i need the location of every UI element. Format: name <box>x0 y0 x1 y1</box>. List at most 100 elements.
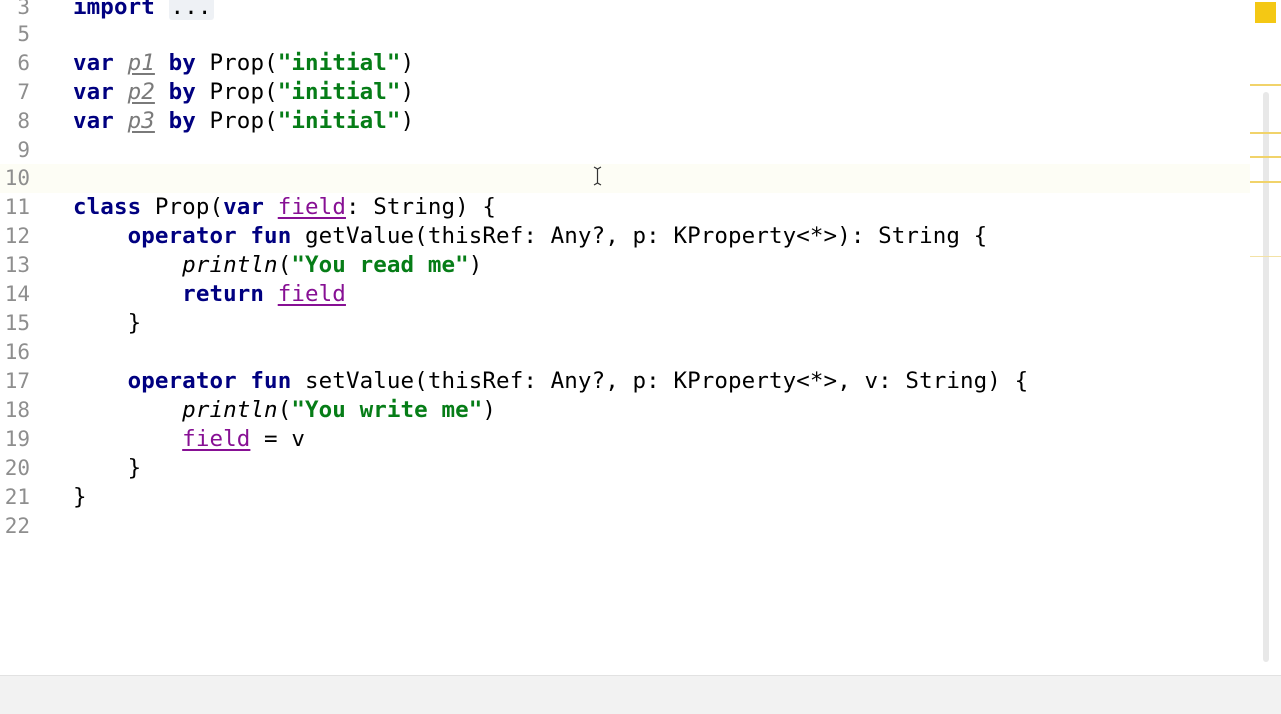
warning-indicator-icon[interactable] <box>1255 2 1276 23</box>
code-text: var p2 by Prop("initial") <box>73 78 414 107</box>
line-number: 21 <box>4 485 30 509</box>
paren: ) <box>400 108 415 134</box>
paren: ( <box>277 397 292 423</box>
code-line: 13 println("You read me") <box>0 251 1250 280</box>
code-text: println("You write me") <box>73 396 496 425</box>
code-text: return field <box>73 280 346 309</box>
keyword: var <box>73 50 114 76</box>
line-number: 20 <box>4 456 30 480</box>
code-line: 12 operator fun getValue(thisRef: Any?, … <box>0 222 1250 251</box>
keyword: operator fun <box>127 368 292 394</box>
paren: ) <box>400 50 415 76</box>
code-line: 11 class Prop(var field: String) { <box>0 193 1250 222</box>
line-number: 12 <box>4 224 30 248</box>
stripe-marker[interactable] <box>1250 181 1281 183</box>
code-line: 9 <box>0 136 1250 165</box>
line-number: 3 <box>17 0 30 19</box>
line-number: 5 <box>17 22 30 46</box>
code-line: 3 import ... <box>0 0 1250 22</box>
code-text: operator fun getValue(thisRef: Any?, p: … <box>73 222 988 251</box>
paren: ) <box>468 252 483 278</box>
code-line: 16 <box>0 338 1250 367</box>
code-line: 22 <box>0 512 1250 541</box>
current-line: 10 <box>0 164 1250 193</box>
line-number: 7 <box>17 80 30 104</box>
line-number: 22 <box>4 514 30 538</box>
line-number: 11 <box>4 195 30 219</box>
line-number: 19 <box>4 427 30 451</box>
code-fragment: : String) { <box>345 194 497 220</box>
code-line: 7 var p2 by Prop("initial") <box>0 78 1250 107</box>
string-literal: "You read me" <box>291 252 469 278</box>
property-name: p2 <box>127 79 155 105</box>
code-text: var p3 by Prop("initial") <box>73 107 414 136</box>
line-number: 17 <box>4 369 30 393</box>
code-line: 21 } <box>0 483 1250 512</box>
code-line: 6 var p1 by Prop("initial") <box>0 49 1250 78</box>
scrollbar[interactable] <box>1263 92 1269 662</box>
code-fragment: getValue(thisRef: Any?, p: KProperty<*>)… <box>291 223 988 249</box>
keyword: by <box>168 50 196 76</box>
keyword: operator fun <box>127 223 292 249</box>
call-text: Prop( <box>209 50 278 76</box>
field-reference: field <box>277 194 346 220</box>
code-text: var p1 by Prop("initial") <box>73 49 414 78</box>
code-text: import ... <box>73 0 214 22</box>
code-text: class Prop(var field: String) { <box>73 193 496 222</box>
stripe-marker[interactable] <box>1250 256 1281 257</box>
keyword: var <box>73 79 114 105</box>
string-literal: "You write me" <box>291 397 483 423</box>
code-line: 8 var p3 by Prop("initial") <box>0 107 1250 136</box>
code-line: 17 operator fun setValue(thisRef: Any?, … <box>0 367 1250 396</box>
line-number: 6 <box>17 51 30 75</box>
text-cursor-icon <box>593 166 602 186</box>
keyword: class <box>73 194 142 220</box>
line-number: 16 <box>4 340 30 364</box>
folded-imports[interactable]: ... <box>168 0 214 20</box>
code-text: operator fun setValue(thisRef: Any?, p: … <box>73 367 1029 396</box>
keyword: by <box>168 108 196 134</box>
line-number: 13 <box>4 253 30 277</box>
paren: ) <box>400 79 415 105</box>
code-line: 20 } <box>0 454 1250 483</box>
string-literal: "initial" <box>277 108 401 134</box>
code-line: 19 field = v <box>0 425 1250 454</box>
stripe-marker[interactable] <box>1250 84 1281 86</box>
property-name: p3 <box>127 108 155 134</box>
line-number: 10 <box>4 166 30 190</box>
paren: ( <box>277 252 292 278</box>
code-text: } <box>73 310 142 336</box>
line-number: 9 <box>17 138 30 162</box>
stripe-marker[interactable] <box>1250 156 1281 158</box>
field-reference: field <box>277 281 346 307</box>
code-line: 15 } <box>0 309 1250 338</box>
code-text: } <box>73 455 142 481</box>
line-number: 15 <box>4 311 30 335</box>
stripe-marker[interactable] <box>1250 132 1281 134</box>
code-fragment: Prop( <box>141 194 224 220</box>
keyword: var <box>223 194 265 220</box>
keyword: import <box>73 0 155 20</box>
code-text: } <box>73 484 87 510</box>
line-number: 14 <box>4 282 30 306</box>
field-reference: field <box>182 426 251 452</box>
code-line: 18 println("You write me") <box>0 396 1250 425</box>
code-fragment: setValue(thisRef: Any?, p: KProperty<*>,… <box>291 368 1029 394</box>
line-number: 18 <box>4 398 30 422</box>
code-text: field = v <box>73 425 305 454</box>
status-bar <box>0 675 1281 714</box>
call-text: Prop( <box>209 79 278 105</box>
code-line: 14 return field <box>0 280 1250 309</box>
property-name: p1 <box>127 50 155 76</box>
code-fragment: = v <box>250 426 305 452</box>
string-literal: "initial" <box>277 79 401 105</box>
error-stripe[interactable] <box>1250 0 1281 675</box>
code-editor[interactable]: 3 import ... 5 6 var p1 by Prop("initial… <box>0 0 1250 675</box>
keyword: return <box>182 281 265 307</box>
keyword: by <box>168 79 196 105</box>
